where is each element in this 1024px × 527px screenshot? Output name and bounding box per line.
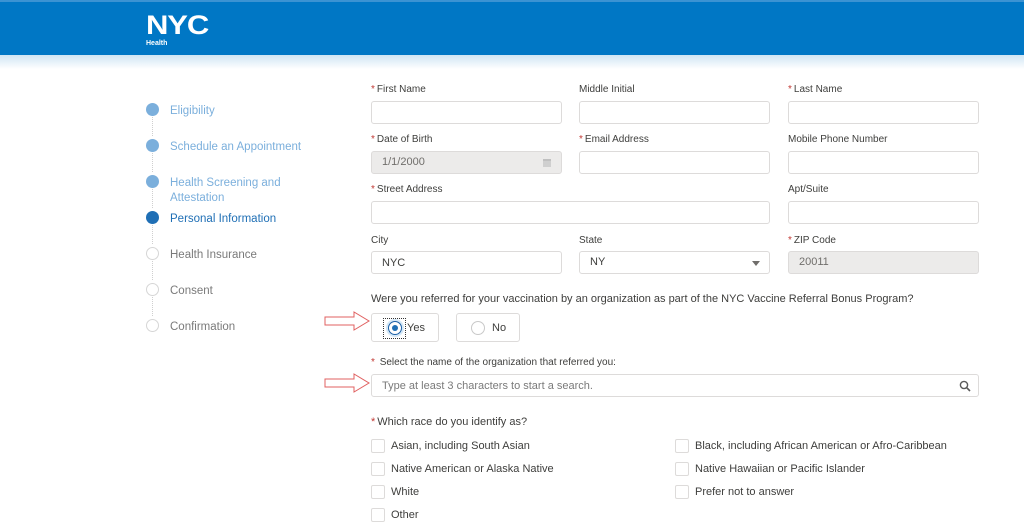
step-label: Health Insurance xyxy=(170,249,257,261)
dropdown-caret-icon xyxy=(752,261,760,266)
mobile-phone-label: Mobile Phone Number xyxy=(788,134,888,145)
state-selected-value: NY xyxy=(590,256,606,268)
last-name-label: * Last Name xyxy=(788,84,842,96)
annotation-arrow-icon xyxy=(324,373,370,393)
step-connector xyxy=(152,222,153,244)
race-checkbox-asian[interactable] xyxy=(371,439,385,453)
race-option-label: White xyxy=(391,486,420,498)
email-input[interactable] xyxy=(579,151,770,174)
step-label: Health Screening and Attestation xyxy=(170,177,281,204)
race-checkbox-white[interactable] xyxy=(371,485,385,499)
step-label: Consent xyxy=(170,285,213,297)
zip-code-label: * ZIP Code xyxy=(788,235,836,247)
date-of-birth-input: 1/1/2000 xyxy=(371,151,562,174)
step-label: Personal Information xyxy=(170,213,277,225)
race-option-label: Other xyxy=(391,509,419,521)
middle-initial-label: Middle Initial xyxy=(579,84,635,95)
city-label: City xyxy=(371,235,389,246)
apt-suite-label: Apt/Suite xyxy=(788,184,829,195)
nyc-health-logo[interactable]: NYC Health xyxy=(146,12,222,50)
zip-code-input: 20011 xyxy=(788,251,979,274)
race-checkbox-black[interactable] xyxy=(675,439,689,453)
label-text: Date of Birth xyxy=(376,134,433,145)
label-text: Which race do you identify as? xyxy=(377,416,528,428)
step-label: Schedule an Appointment xyxy=(170,141,302,153)
label-text: Street Address xyxy=(376,184,443,195)
date-of-birth-label: * Date of Birth xyxy=(371,134,433,146)
step-connector xyxy=(152,258,153,280)
calendar-icon xyxy=(543,159,551,167)
first-name-label: * First Name xyxy=(371,84,426,96)
search-icon[interactable] xyxy=(959,380,971,392)
label-text: Select the name of the organization that… xyxy=(379,357,616,368)
required-marker: * xyxy=(371,416,376,428)
race-option-label: Native Hawaiian or Pacific Islander xyxy=(695,463,865,475)
radio-unchecked-icon[interactable] xyxy=(471,321,485,335)
step-pending-icon xyxy=(146,283,159,296)
header-shadow xyxy=(0,55,1024,69)
step-label: Eligibility xyxy=(170,105,215,117)
race-option-label: Native American or Alaska Native xyxy=(391,463,554,475)
top-header-bar: NYC Health xyxy=(0,0,1024,55)
required-marker: * xyxy=(371,84,375,95)
step-pending-icon xyxy=(146,319,159,332)
referral-no-option[interactable]: No xyxy=(456,313,520,342)
first-name-input[interactable] xyxy=(371,101,562,124)
step-connector xyxy=(152,294,153,316)
label-text: ZIP Code xyxy=(793,235,836,246)
step-connector xyxy=(152,186,153,208)
step-complete-icon xyxy=(146,103,159,116)
email-label: * Email Address xyxy=(579,134,649,146)
required-marker: * xyxy=(371,134,375,145)
date-of-birth-value: 1/1/2000 xyxy=(382,156,425,168)
label-text: First Name xyxy=(376,84,426,95)
race-question-label: * Which race do you identify as? xyxy=(371,416,527,428)
logo-health-text: Health xyxy=(146,40,168,47)
race-option-label: Prefer not to answer xyxy=(695,486,795,498)
state-select[interactable]: NY xyxy=(579,251,770,274)
state-label: State xyxy=(579,235,603,246)
apt-suite-input[interactable] xyxy=(788,201,979,224)
step-connector xyxy=(152,114,153,136)
street-address-input[interactable] xyxy=(371,201,770,224)
last-name-input[interactable] xyxy=(788,101,979,124)
required-marker: * xyxy=(371,357,375,368)
race-checkbox-native-hawaiian[interactable] xyxy=(675,462,689,476)
required-marker: * xyxy=(371,184,375,195)
city-input[interactable] xyxy=(371,251,562,274)
zip-code-value: 20011 xyxy=(799,256,829,268)
step-connector xyxy=(152,150,153,172)
required-marker: * xyxy=(788,84,792,95)
step-current-icon xyxy=(146,211,159,224)
step-pending-icon xyxy=(146,247,159,260)
referral-yes-option[interactable]: Yes xyxy=(371,313,439,342)
referral-question: Were you referred for your vaccination b… xyxy=(371,293,914,305)
label-text: Last Name xyxy=(793,84,843,95)
step-complete-icon xyxy=(146,139,159,152)
organization-search-input[interactable]: Type at least 3 characters to start a se… xyxy=(371,374,979,397)
organization-search-label: * Select the name of the organization th… xyxy=(371,357,616,369)
race-option-label: Black, including African American or Afr… xyxy=(695,440,947,452)
middle-initial-input[interactable] xyxy=(579,101,770,124)
search-placeholder: Type at least 3 characters to start a se… xyxy=(382,380,593,392)
mobile-phone-input[interactable] xyxy=(788,151,979,174)
step-label: Confirmation xyxy=(170,321,236,333)
label-text: Email Address xyxy=(584,134,649,145)
radio-label-no: No xyxy=(492,322,507,334)
required-marker: * xyxy=(788,235,792,246)
required-marker: * xyxy=(579,134,583,145)
race-option-label: Asian, including South Asian xyxy=(391,440,530,452)
annotation-arrow-icon xyxy=(324,311,370,331)
race-checkbox-native-american[interactable] xyxy=(371,462,385,476)
radio-checked-icon[interactable] xyxy=(388,321,402,335)
race-checkbox-other[interactable] xyxy=(371,508,385,522)
radio-label-yes: Yes xyxy=(407,322,425,334)
logo-nyc-text: NYC xyxy=(146,10,209,40)
step-complete-icon xyxy=(146,175,159,188)
race-checkbox-prefer-not[interactable] xyxy=(675,485,689,499)
street-address-label: * Street Address xyxy=(371,184,443,196)
